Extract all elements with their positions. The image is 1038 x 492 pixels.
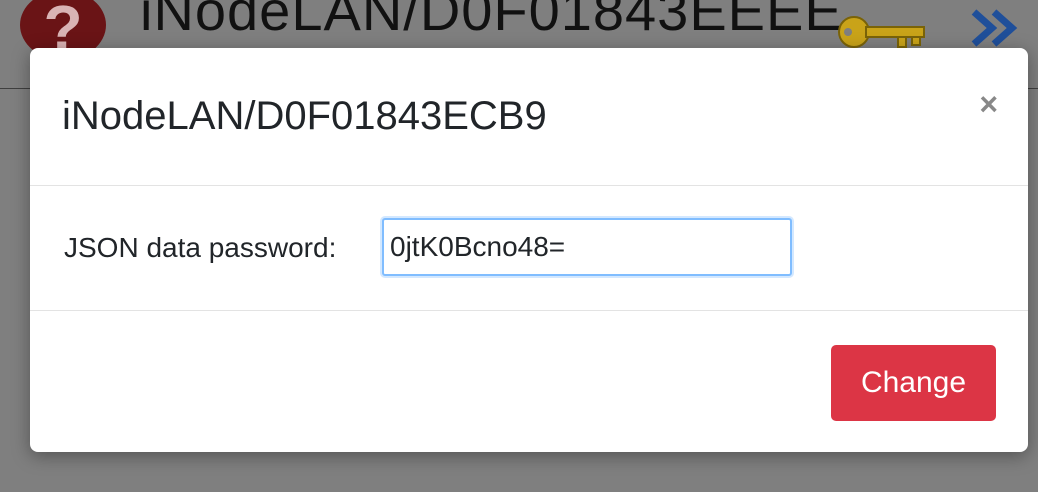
password-modal: iNodeLAN/D0F01843ECB9 × JSON data passwo… [30,48,1028,452]
change-button[interactable]: Change [831,345,996,421]
key-icon[interactable] [836,12,928,52]
modal-footer: Change [30,311,1028,452]
modal-title: iNodeLAN/D0F01843ECB9 [62,94,547,138]
close-icon[interactable]: × [979,84,998,124]
modal-header: iNodeLAN/D0F01843ECB9 × [30,48,1028,186]
modal-body: JSON data password: [30,186,1028,311]
forward-icon[interactable] [970,8,1026,48]
password-label: JSON data password: [64,232,337,263]
background-title: iNodeLAN/D0F01843EEEE [140,0,843,42]
password-input[interactable] [382,218,792,276]
